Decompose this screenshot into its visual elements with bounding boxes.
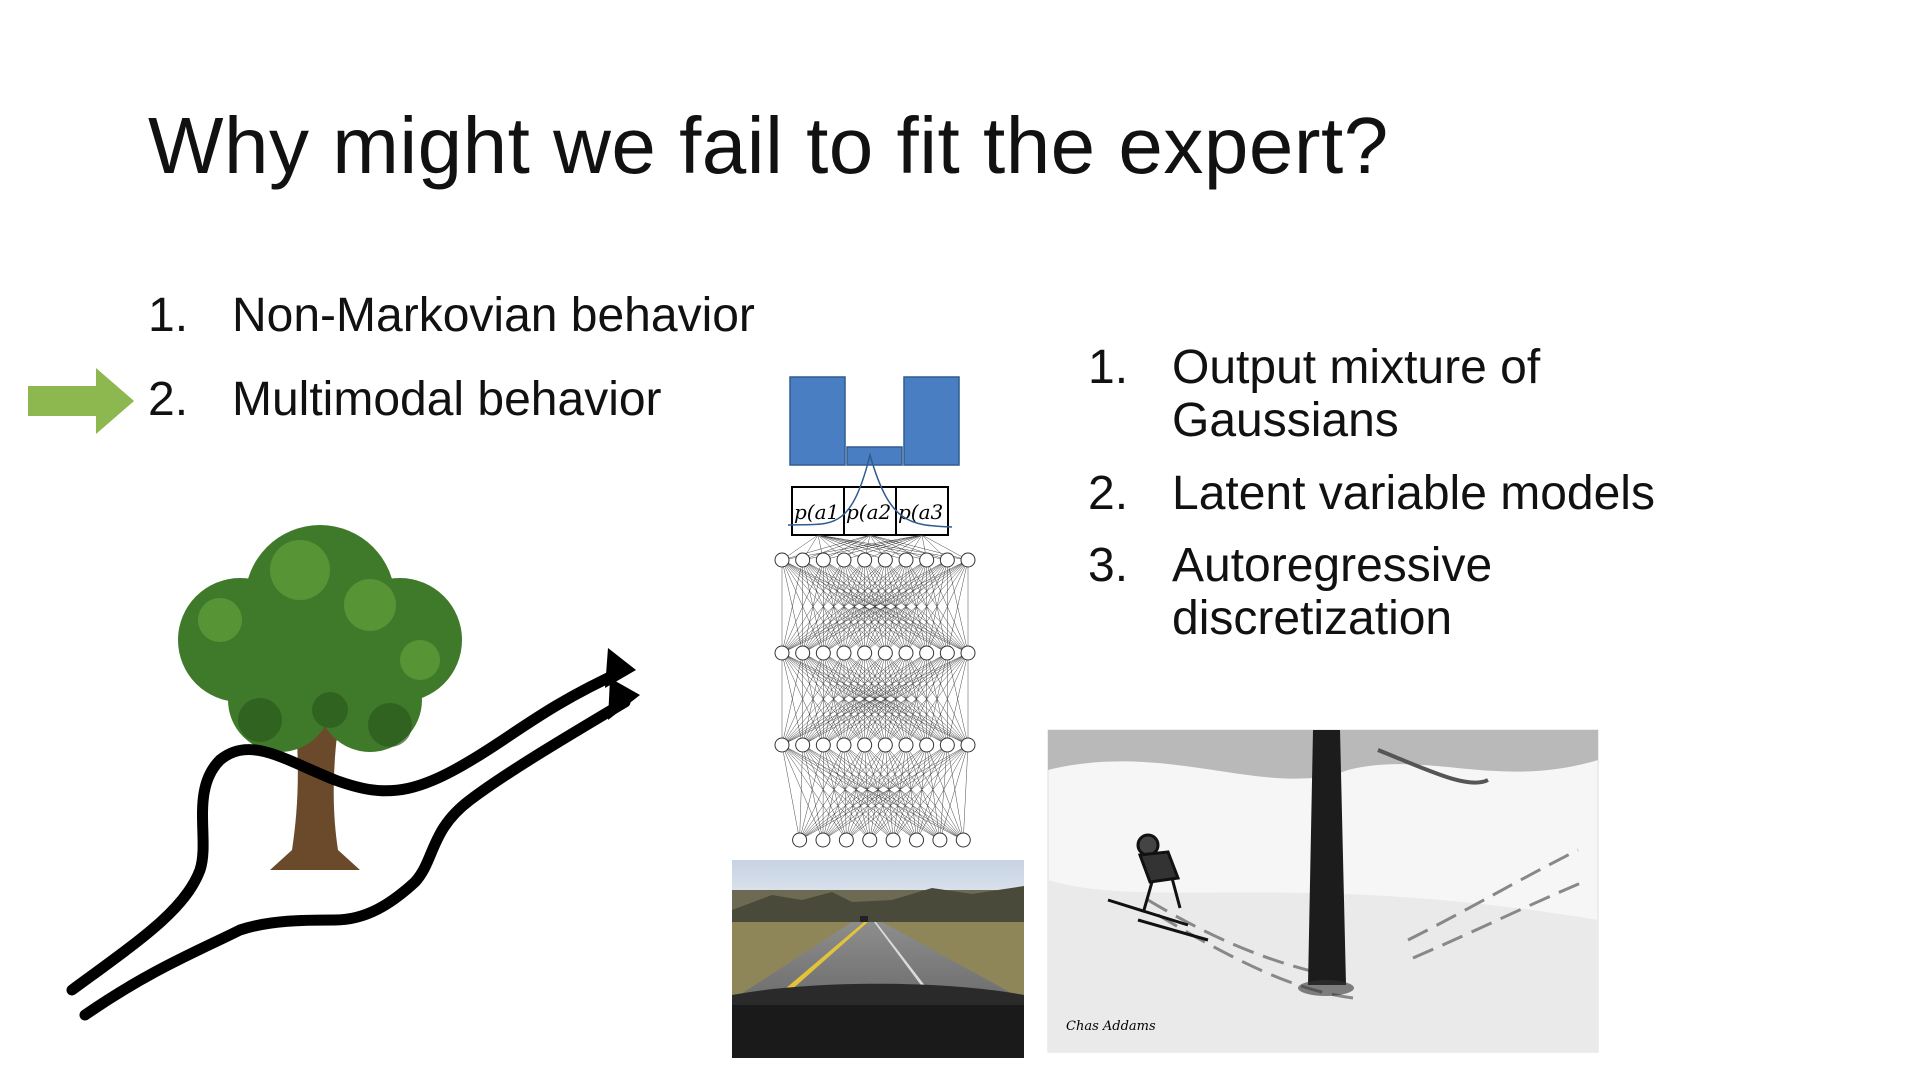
network-node <box>836 737 852 753</box>
green-right-arrow-icon <box>28 368 134 434</box>
network-edge <box>799 744 803 841</box>
list-number: 1. <box>148 289 189 342</box>
network-node <box>815 737 831 753</box>
list-item: 2. Multimodal behavior <box>148 373 755 458</box>
list-number: 1. <box>1088 341 1129 394</box>
network-node <box>857 645 873 661</box>
list-label: Latent variable models <box>1172 466 1655 520</box>
network-node <box>898 737 914 753</box>
network-node <box>909 832 925 848</box>
network-edge <box>823 744 847 841</box>
list-label: Multimodal behavior <box>232 373 662 426</box>
network-node <box>838 832 854 848</box>
network-node <box>774 552 790 568</box>
list-item: 3. Autoregressive discretization <box>1088 540 1688 646</box>
network-node <box>960 645 976 661</box>
slide-title: Why might we fail to fit the expert? <box>148 101 1389 190</box>
network-edge <box>822 744 969 841</box>
network-node <box>815 832 831 848</box>
network-node <box>960 737 976 753</box>
network-node <box>919 645 935 661</box>
network-node <box>815 645 831 661</box>
network-diagram: p(a1 p(a2 p(a3 <box>774 376 976 848</box>
network-node <box>939 645 955 661</box>
network-node <box>919 737 935 753</box>
driving-photo <box>732 860 1024 1058</box>
network-node <box>857 737 873 753</box>
list-number: 2. <box>148 373 189 426</box>
list-label: Autoregressive discretization <box>1172 539 1493 646</box>
network-node <box>877 645 893 661</box>
network-node <box>795 552 811 568</box>
network-node <box>939 737 955 753</box>
list-item: 1. Non-Markovian behavior <box>148 289 755 374</box>
network-node <box>877 552 893 568</box>
network-edge <box>843 744 894 841</box>
network-node <box>795 737 811 753</box>
network-node <box>836 552 852 568</box>
list-label: Output mixture of Gaussians <box>1172 341 1541 447</box>
network-node <box>815 552 831 568</box>
network-edge <box>781 744 870 841</box>
network-node <box>795 645 811 661</box>
network-node <box>774 737 790 753</box>
arrowhead-upper <box>605 648 636 688</box>
network-node <box>862 832 878 848</box>
network-edge <box>781 744 800 841</box>
network-edge <box>799 744 907 841</box>
network-node <box>885 832 901 848</box>
histogram-bars <box>789 376 960 466</box>
bin-label: p(a3 <box>898 500 943 524</box>
network-node <box>960 552 976 568</box>
list-number: 3. <box>1088 539 1129 593</box>
bin-label: p(a1 <box>794 500 839 524</box>
list-item: 2. Latent variable models <box>1088 466 1688 521</box>
network-edge <box>869 744 969 841</box>
network-node <box>877 737 893 753</box>
network-node <box>932 832 948 848</box>
network-node <box>857 552 873 568</box>
network-edge <box>781 744 847 841</box>
list-number: 2. <box>1088 466 1129 520</box>
network-node <box>774 645 790 661</box>
network-node <box>836 645 852 661</box>
network-edge <box>799 744 969 841</box>
network-edge <box>869 744 907 841</box>
network-edge <box>799 744 927 841</box>
solutions-list: 1. Output mixture of Gaussians 2. Latent… <box>1088 341 1688 666</box>
network-edges <box>781 534 969 841</box>
list-item: 1. Output mixture of Gaussians <box>1088 341 1688 448</box>
list-label: Non-Markovian behavior <box>232 289 755 342</box>
network-node <box>898 552 914 568</box>
network-node <box>898 645 914 661</box>
artist-signature: Chas Addams <box>1066 1019 1156 1034</box>
tree-obstacle-illustration <box>66 525 640 1021</box>
network-edge <box>892 744 969 841</box>
network-node <box>939 552 955 568</box>
tree-icon <box>178 525 462 870</box>
causes-list: 1. Non-Markovian behavior 2. Multimodal … <box>148 289 755 458</box>
network-node <box>955 832 971 848</box>
skier-cartoon: Chas Addams <box>1047 729 1599 1053</box>
network-node <box>792 832 808 848</box>
arrowhead-lower <box>608 678 640 720</box>
network-node <box>919 552 935 568</box>
